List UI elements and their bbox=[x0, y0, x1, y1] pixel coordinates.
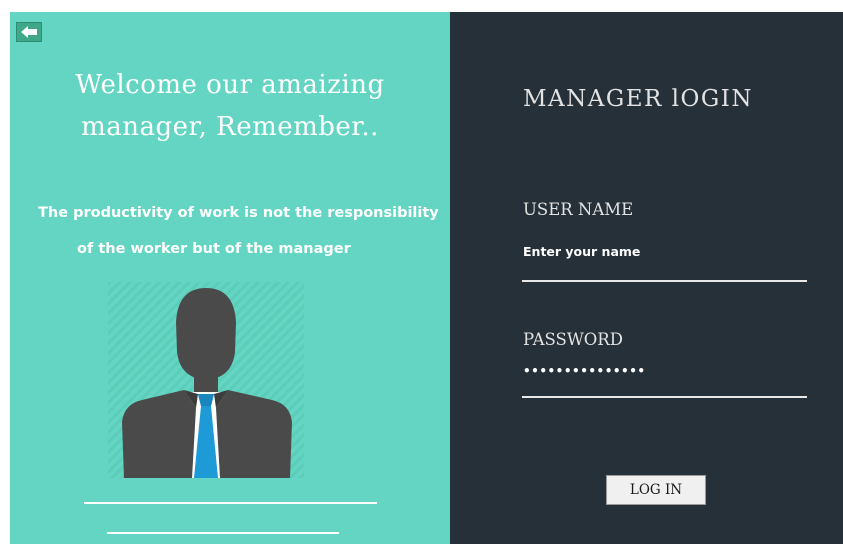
welcome-panel: Welcome our amaizing manager, Remember..… bbox=[10, 12, 450, 544]
username-underline bbox=[522, 280, 807, 282]
quote-line-1: The productivity of work is not the resp… bbox=[38, 205, 439, 221]
decorative-divider-2 bbox=[107, 532, 339, 534]
password-underline bbox=[522, 396, 807, 398]
welcome-heading: Welcome our amaizing manager, Remember.. bbox=[10, 64, 450, 148]
decorative-divider-1 bbox=[84, 502, 377, 504]
welcome-line-1: Welcome our amaizing bbox=[75, 70, 385, 100]
password-input[interactable]: ••••••••••••••• bbox=[523, 364, 646, 378]
manager-avatar-icon bbox=[122, 288, 292, 478]
login-button[interactable]: LOG IN bbox=[606, 475, 706, 505]
login-title: MANAGER lOGIN bbox=[523, 86, 753, 112]
password-label: PASSWORD bbox=[523, 330, 623, 349]
welcome-line-2: manager, Remember.. bbox=[81, 112, 379, 142]
quote-text: The productivity of work is not the resp… bbox=[10, 195, 450, 267]
login-window: Welcome our amaizing manager, Remember..… bbox=[10, 12, 843, 544]
quote-line-2: of the worker but of the manager bbox=[77, 241, 351, 257]
username-input[interactable] bbox=[523, 240, 807, 262]
back-button[interactable] bbox=[16, 22, 42, 42]
login-panel: MANAGER lOGIN USER NAME PASSWORD •••••••… bbox=[450, 12, 843, 544]
username-label: USER NAME bbox=[523, 200, 634, 219]
avatar bbox=[108, 282, 304, 478]
back-arrow-icon bbox=[21, 26, 37, 38]
